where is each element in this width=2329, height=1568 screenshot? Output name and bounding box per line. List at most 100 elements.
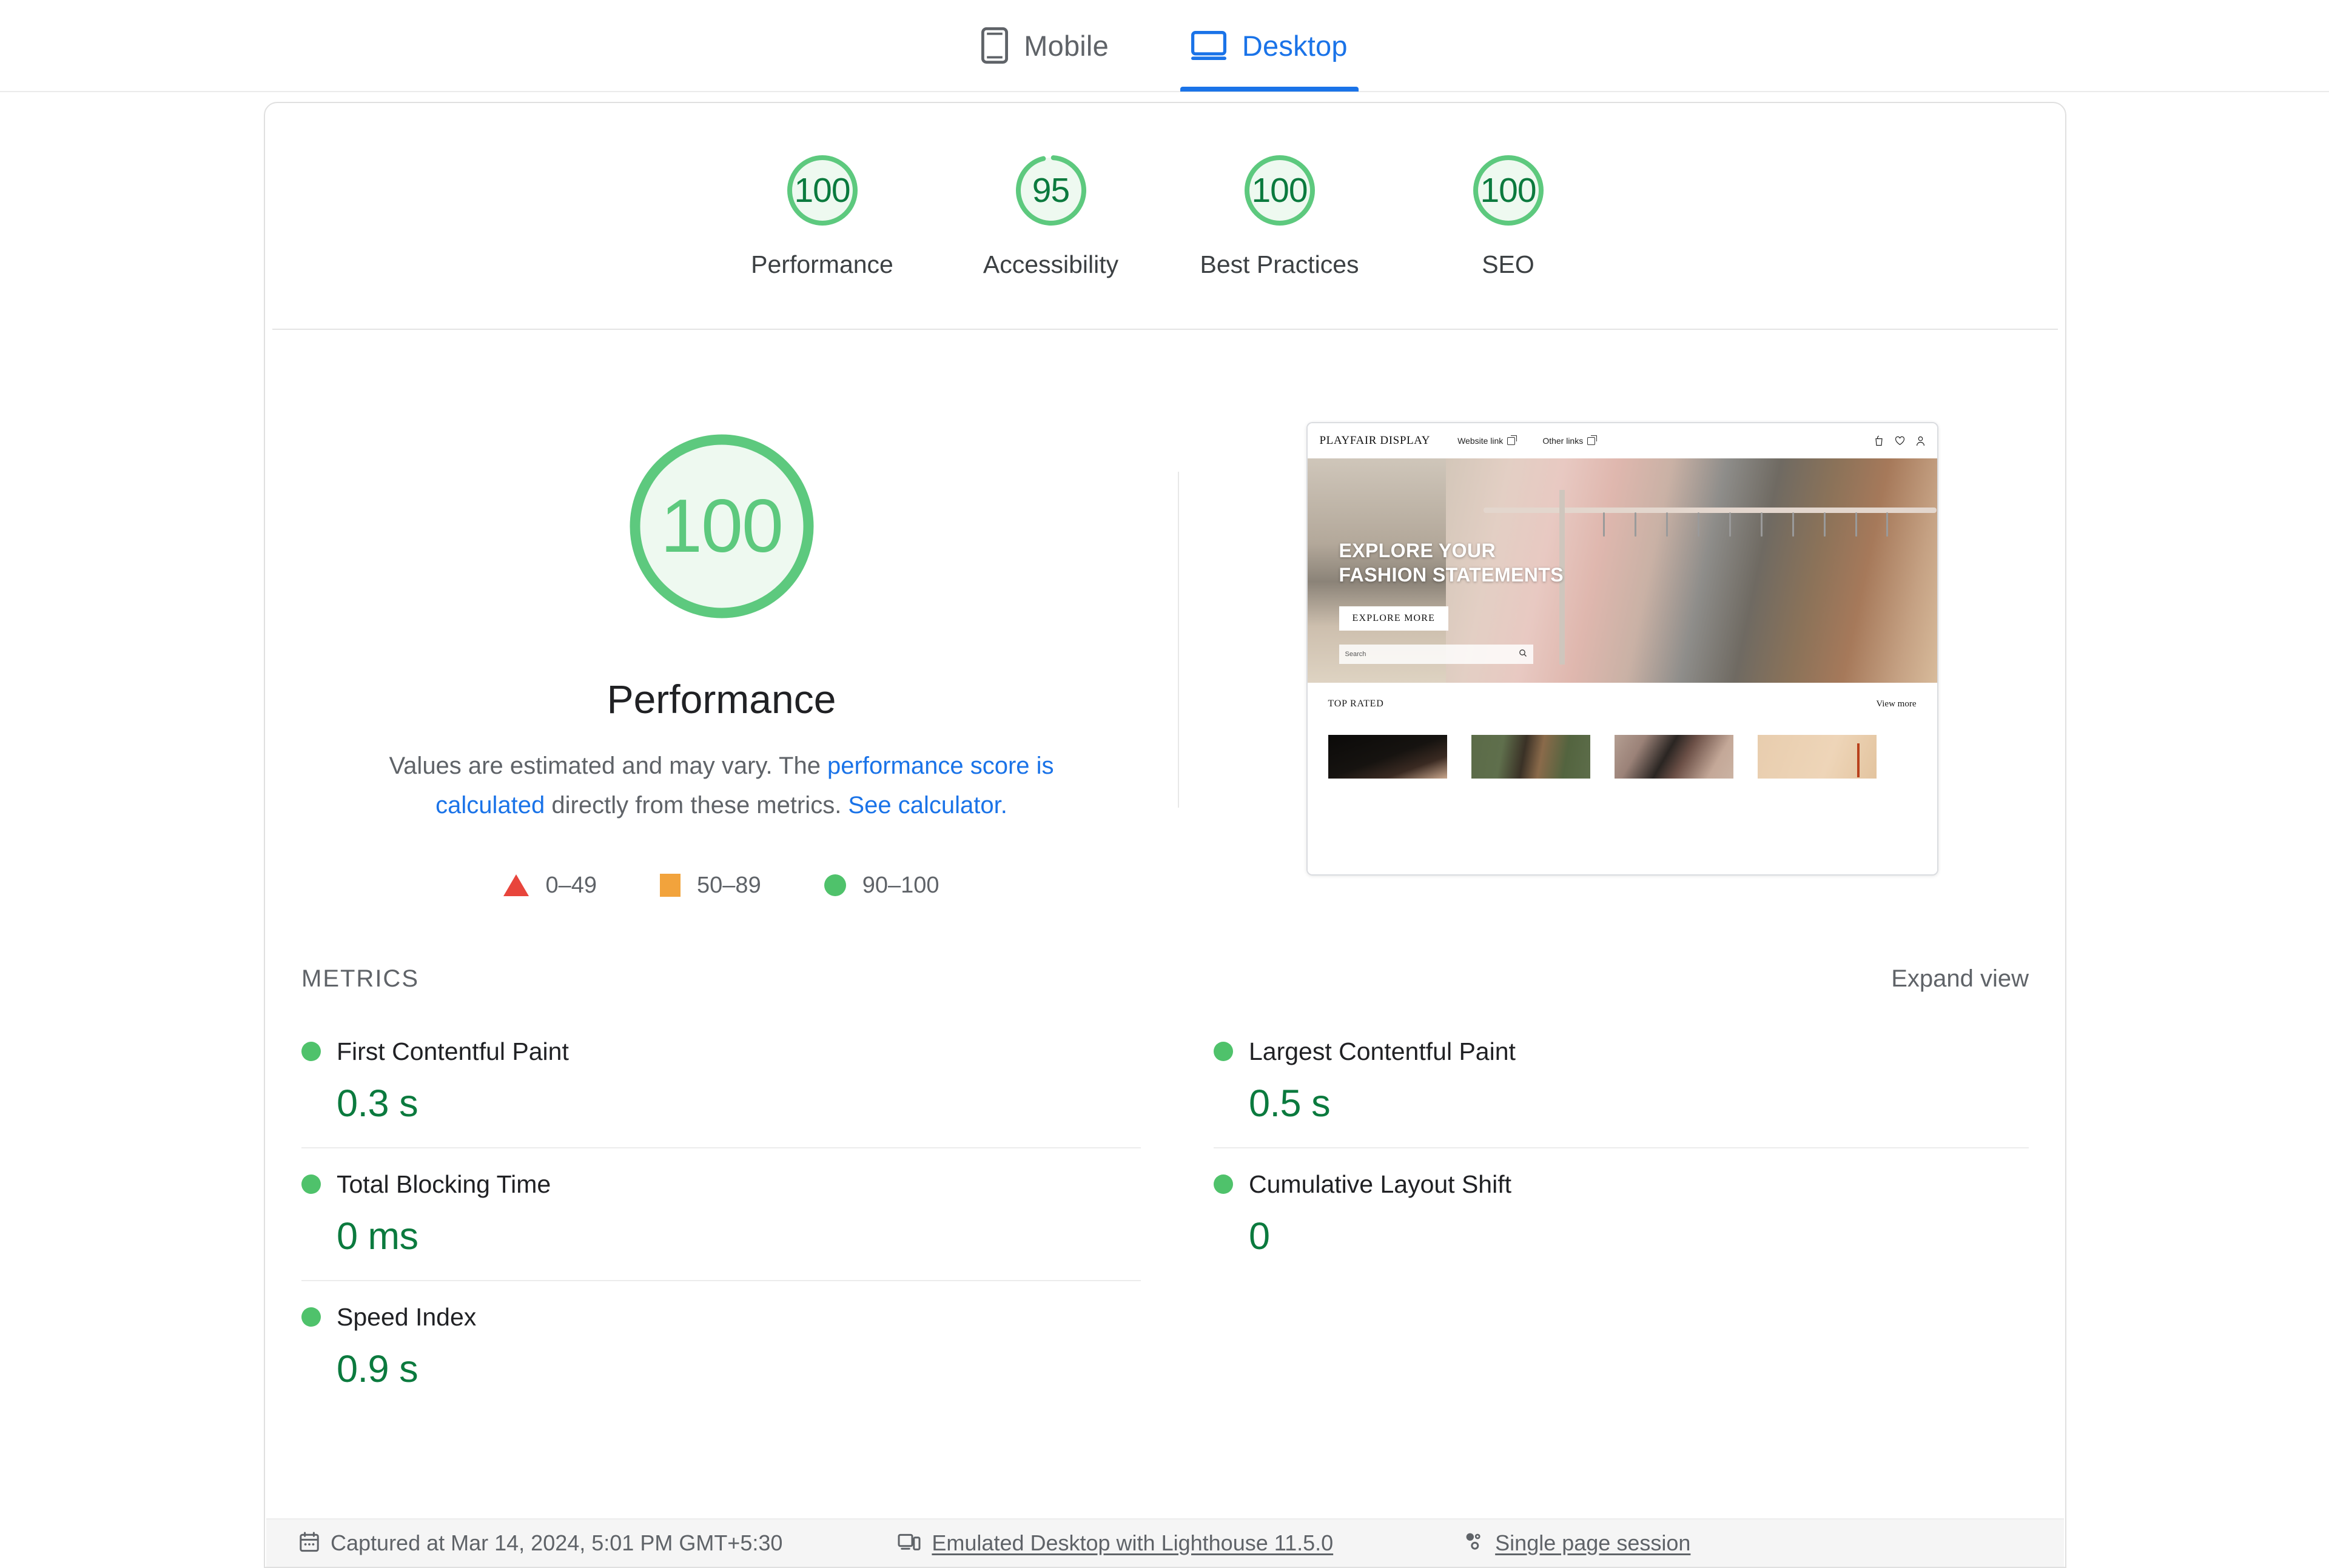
thumbnail-search-box: Search (1339, 645, 1533, 665)
tab-desktop-label: Desktop (1242, 29, 1348, 62)
pass-circle-icon (301, 1042, 321, 1062)
metric-value: 0 ms (337, 1215, 418, 1258)
metric-name: Speed Index (337, 1302, 477, 1331)
tab-desktop[interactable]: Desktop (1180, 0, 1359, 92)
metrics-column-right: Largest Contentful Paint 0.5 s Cumulativ… (1165, 1016, 2029, 1413)
score-legend: 0–49 50–89 90–100 (503, 873, 939, 899)
footer-session-text: Single page session (1495, 1530, 1691, 1555)
external-link-icon (1507, 435, 1517, 445)
heart-icon (1895, 436, 1904, 445)
final-screenshot-panel: PLAYFAIR DISPLAY Website link Other link… (1179, 420, 2065, 899)
pass-circle-icon (301, 1174, 321, 1194)
metrics-title: METRICS (301, 965, 419, 992)
thumbnail-explore-button: EXPLORE MORE (1339, 606, 1449, 631)
thumbnail-product-row (1328, 735, 1917, 779)
gauge-category-label: Performance (751, 250, 893, 278)
metric-head: Cumulative Layout Shift (1214, 1170, 2029, 1199)
thumbnail-lower-section: TOP RATED View more (1307, 683, 1937, 874)
summary-gauge-accessibility[interactable]: 95 Accessibility (975, 150, 1127, 279)
thumbnail-headline-line1: EXPLORE YOUR (1339, 540, 1496, 562)
thumbnail-product-card (1471, 735, 1590, 779)
metric-value: 0.3 s (337, 1082, 418, 1125)
performance-description: Values are estimated and may vary. The p… (346, 746, 1098, 825)
gauge-ring: 100 (782, 150, 862, 230)
metric-largest-contentful-paint[interactable]: Largest Contentful Paint 0.5 s (1214, 1016, 2029, 1148)
category-score-row: 100 Performance 95 Accessibility 100 Bes… (265, 103, 2065, 279)
thumbnail-product-card (1614, 735, 1733, 779)
thumbnail-nav-link-website: Website link (1457, 435, 1517, 446)
thumbnail-nav-link-other-label: Other links (1542, 436, 1584, 446)
see-calculator-link[interactable]: See calculator. (848, 792, 1007, 819)
thumbnail-section-title: TOP RATED (1328, 699, 1384, 709)
triangle-icon (503, 874, 529, 897)
circle-icon (824, 874, 846, 897)
calendar-icon (299, 1531, 320, 1556)
thumbnail-section-header: TOP RATED View more (1328, 699, 1917, 709)
tab-mobile-label: Mobile (1024, 29, 1109, 62)
metric-head: Speed Index (301, 1303, 1141, 1332)
metric-cumulative-layout-shift[interactable]: Cumulative Layout Shift 0 (1214, 1148, 2029, 1280)
footer-environment[interactable]: Emulated Desktop with Lighthouse 11.5.0 (898, 1530, 1333, 1556)
gauge-ring: 100 (1240, 150, 1320, 230)
metrics-header: METRICS Expand view (265, 965, 2065, 993)
pass-circle-icon (1214, 1174, 1233, 1194)
thumbnail-product-card (1328, 735, 1447, 779)
site-screenshot-thumbnail[interactable]: PLAYFAIR DISPLAY Website link Other link… (1306, 422, 1938, 876)
thumbnail-nav-link-other: Other links (1542, 435, 1598, 446)
gauge-score: 100 (1251, 171, 1308, 210)
metric-total-blocking-time[interactable]: Total Blocking Time 0 ms (301, 1148, 1141, 1281)
footer-session[interactable]: Single page session (1464, 1530, 1690, 1556)
summary-gauge-seo[interactable]: 100 SEO (1433, 150, 1584, 279)
device-tabstrip: Mobile Desktop (0, 0, 2329, 92)
gauge-score: 100 (794, 171, 850, 210)
gauge-ring: 100 (1468, 150, 1548, 230)
desktop-icon (1191, 31, 1226, 60)
legend-pass-label: 90–100 (862, 872, 939, 898)
lighthouse-report-page: Mobile Desktop 100 Performance 95 Access… (0, 0, 2329, 1568)
search-icon (1519, 649, 1527, 660)
desc-text-1: Values are estimated and may vary. The (389, 752, 828, 779)
expand-view-button[interactable]: Expand view (1891, 965, 2029, 993)
legend-average-label: 50–89 (697, 872, 761, 898)
gauge-score: 95 (1032, 171, 1070, 210)
metric-value: 0.5 s (1249, 1082, 1331, 1125)
single-page-session-icon (1464, 1532, 1484, 1555)
hero-clothes-rod (1484, 508, 1937, 514)
metric-name: First Contentful Paint (337, 1037, 569, 1065)
legend-pass: 90–100 (824, 873, 939, 899)
metric-value: 0 (1249, 1215, 1270, 1258)
thumbnail-search-placeholder: Search (1345, 651, 1366, 658)
performance-title: Performance (607, 677, 836, 722)
metric-head: Total Blocking Time (301, 1170, 1141, 1199)
metric-speed-index[interactable]: Speed Index 0.9 s (301, 1281, 1141, 1413)
report-card: 100 Performance 95 Accessibility 100 Bes… (264, 102, 2066, 1568)
gauge-category-label: Best Practices (1200, 250, 1359, 278)
thumbnail-view-more: View more (1876, 699, 1917, 709)
bag-icon (1875, 435, 1883, 446)
performance-hero: 100 Performance Values are estimated and… (265, 330, 2065, 899)
thumbnail-headline-line2: FASHION STATEMENTS (1339, 563, 1564, 586)
tab-mobile[interactable]: Mobile (970, 0, 1120, 92)
metric-name: Cumulative Layout Shift (1249, 1170, 1512, 1198)
metrics-grid: First Contentful Paint 0.3 s Total Block… (265, 1016, 2065, 1413)
pass-circle-icon (1214, 1042, 1233, 1062)
thumbnail-product-card (1757, 735, 1877, 779)
mobile-icon (981, 27, 1009, 64)
square-icon (660, 874, 681, 897)
gauge-ring: 95 (1011, 150, 1091, 230)
thumbnail-hero-image: EXPLORE YOUR FASHION STATEMENTS EXPLORE … (1307, 458, 1937, 683)
summary-gauge-best-practices[interactable]: 100 Best Practices (1200, 150, 1359, 279)
pass-circle-icon (301, 1307, 321, 1327)
summary-gauge-performance[interactable]: 100 Performance (747, 150, 898, 279)
performance-gauge-score: 100 (660, 484, 784, 568)
thumbnail-headline: EXPLORE YOUR FASHION STATEMENTS (1339, 539, 1564, 587)
report-footer: Captured at Mar 14, 2024, 5:01 PM GMT+5:… (266, 1518, 2064, 1567)
metrics-column-left: First Contentful Paint 0.3 s Total Block… (301, 1016, 1165, 1413)
legend-average: 50–89 (660, 873, 761, 899)
external-link-icon (1587, 435, 1598, 445)
legend-fail-label: 0–49 (545, 872, 597, 898)
metric-head: First Contentful Paint (301, 1037, 1141, 1066)
performance-gauge: 100 (615, 420, 828, 633)
desc-text-2: directly from these metrics. (545, 791, 849, 819)
metric-first-contentful-paint[interactable]: First Contentful Paint 0.3 s (301, 1016, 1141, 1148)
